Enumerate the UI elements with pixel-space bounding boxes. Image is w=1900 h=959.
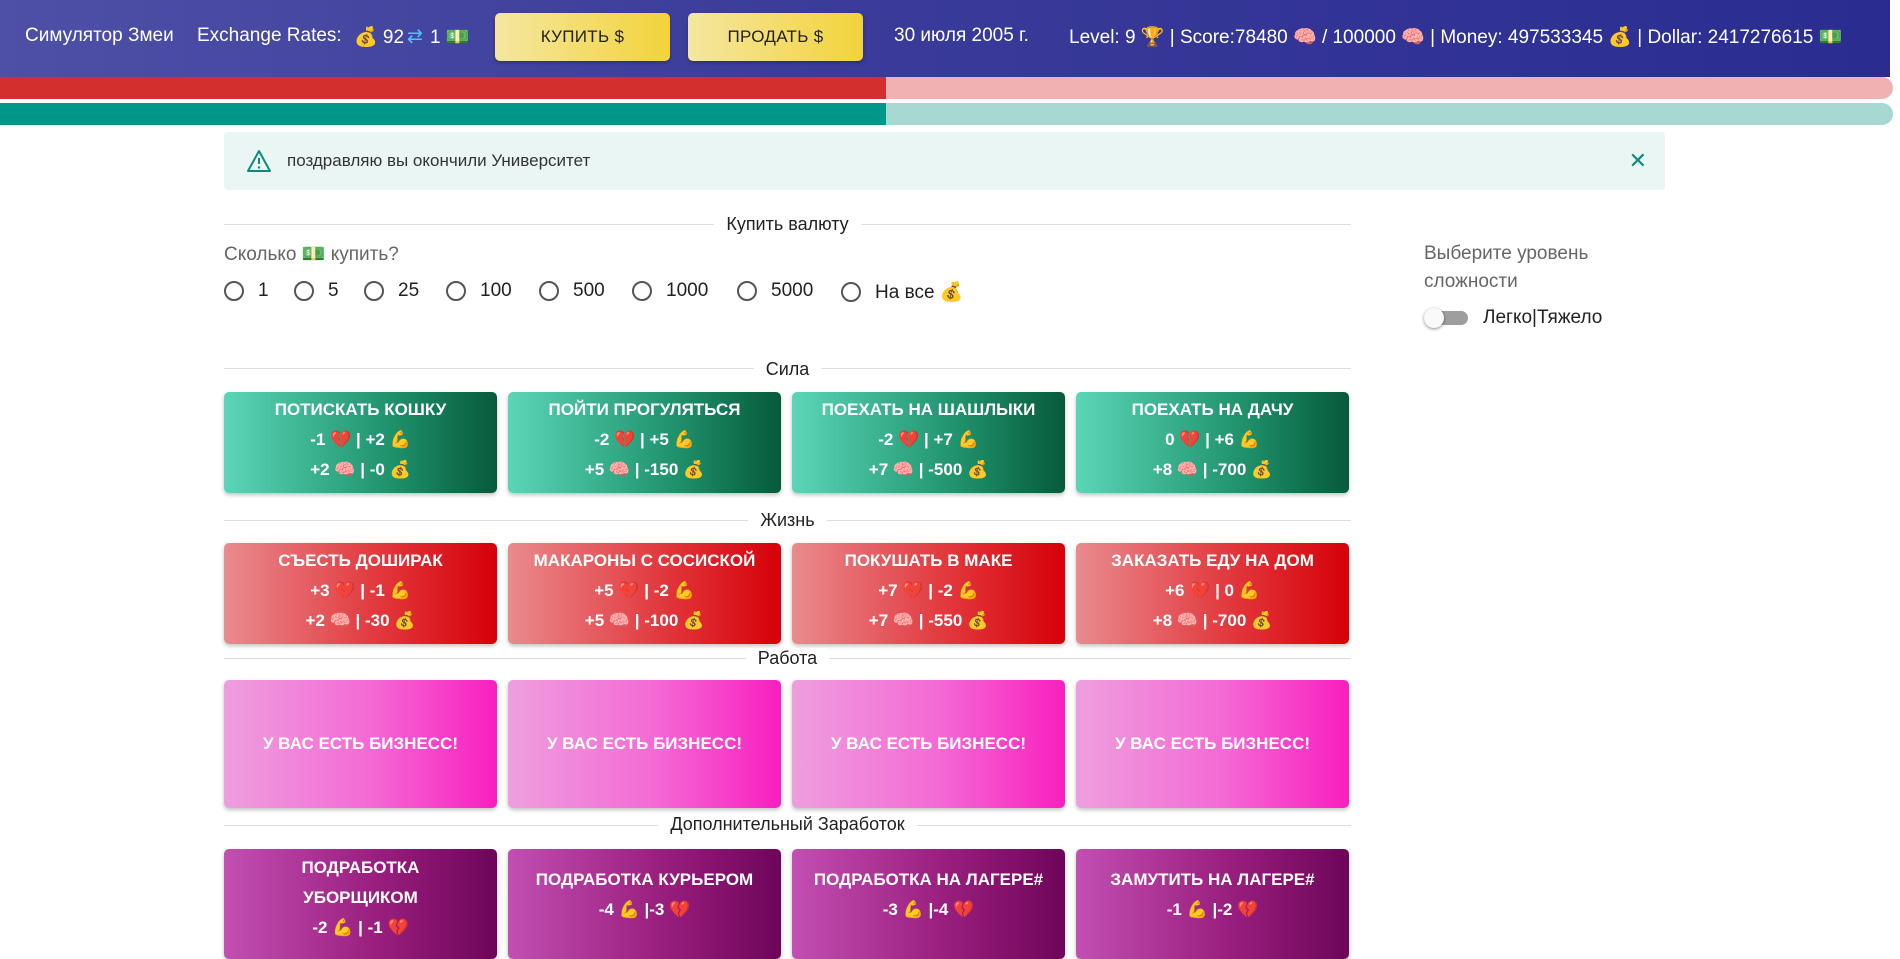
work-card-business-1[interactable]: У ВАС ЕСТЬ БИЗНЕСС! [224, 680, 497, 808]
life-section-title: Жизнь [224, 510, 1351, 531]
action-card-food-delivery[interactable]: ЗАКАЗАТЬ ЕДУ НА ДОМ +6 💔 | 0 💪 +8 🧠 | -7… [1076, 543, 1349, 644]
action-card-dacha[interactable]: ПОЕХАТЬ НА ДАЧУ 0 💔 | +6 💪 +8 🧠 | -700 💰 [1076, 392, 1349, 493]
extra-income-section-title: Дополнительный Заработок [224, 814, 1351, 835]
work-card-business-3[interactable]: У ВАС ЕСТЬ БИЗНЕСС! [792, 680, 1065, 808]
difficulty-label: Выберите уровень сложности [1424, 243, 1589, 292]
extra-card-camp[interactable]: ПОДРАБОТКА НА ЛАГЕРЕ# -3 💪 |-4 💔 [792, 849, 1065, 959]
action-card-barbecue[interactable]: ПОЕХАТЬ НА ШАШЛЫКИ -2 💔 | +7 💪 +7 🧠 | -5… [792, 392, 1065, 493]
exchange-arrows-icon: ⇄ [407, 26, 423, 47]
action-card-pet-cat[interactable]: ПОТИСКАТЬ КОШКУ -1 💔 | +2 💪 +2 🧠 | -0 💰 [224, 392, 497, 493]
work-section-title: Работа [224, 648, 1351, 669]
strength-bar [0, 103, 1893, 125]
radio-option-5000[interactable]: 5000 [737, 280, 813, 302]
health-bar [0, 77, 1893, 99]
close-icon[interactable]: ✕ [1629, 148, 1647, 174]
player-stats: Level: 9 🏆 | Score:78480 🧠 / 100000 🧠 | … [1069, 27, 1843, 48]
alert-message: поздравляю вы окончили Университет [287, 151, 591, 170]
buy-dollar-button[interactable]: КУПИТЬ $ [495, 13, 670, 61]
extra-card-cleaner[interactable]: ПОДРАБОТКА УБОРЩИКОМ -2 💪 | -1 💔 [224, 849, 497, 959]
game-date: 30 июля 2005 г. [894, 25, 1029, 46]
rate-money: 💰 92 [354, 27, 405, 48]
currency-question: Сколько 💵 купить? [224, 244, 399, 265]
radio-option-all[interactable]: На все 💰 [841, 280, 963, 304]
strength-bar-fill [0, 103, 886, 125]
action-card-mcdonalds[interactable]: ПОКУШАТЬ В МАКЕ +7 💔 | -2 💪 +7 🧠 | -550 … [792, 543, 1065, 644]
action-card-doshirak[interactable]: СЪЕСТЬ ДОШИРАК +3 💔 | -1 💪 +2 🧠 | -30 💰 [224, 543, 497, 644]
radio-option-100[interactable]: 100 [446, 280, 512, 302]
warning-icon [246, 149, 272, 178]
currency-section-title: Купить валюту [224, 214, 1351, 235]
radio-option-1[interactable]: 1 [224, 280, 269, 302]
difficulty-toggle-label: Легко|Тяжело [1483, 307, 1603, 328]
extra-card-camp-deal[interactable]: ЗАМУТИТЬ НА ЛАГЕРЕ# -1 💪 |-2 💔 [1076, 849, 1349, 959]
top-bar: Симулятор Змеи Exchange Rates: 💰 92 ⇄ 1 … [0, 0, 1890, 77]
extra-card-courier[interactable]: ПОДРАБОТКА КУРЬЕРОМ -4 💪 |-3 💔 [508, 849, 781, 959]
difficulty-toggle[interactable] [1424, 308, 1470, 328]
app-title: Симулятор Змеи [25, 25, 174, 46]
radio-option-5[interactable]: 5 [294, 280, 339, 302]
radio-option-500[interactable]: 500 [539, 280, 605, 302]
work-card-business-2[interactable]: У ВАС ЕСТЬ БИЗНЕСС! [508, 680, 781, 808]
notification-alert: поздравляю вы окончили Университет ✕ [224, 132, 1665, 190]
strength-section-title: Сила [224, 359, 1351, 380]
action-card-pasta[interactable]: МАКАРОНЫ С СОСИСКОЙ +5 💔 | -2 💪 +5 🧠 | -… [508, 543, 781, 644]
health-bar-fill [0, 77, 886, 99]
exchange-rates-label: Exchange Rates: [197, 25, 342, 46]
work-card-business-4[interactable]: У ВАС ЕСТЬ БИЗНЕСС! [1076, 680, 1349, 808]
radio-option-1000[interactable]: 1000 [632, 280, 708, 302]
action-card-walk[interactable]: ПОЙТИ ПРОГУЛЯТЬСЯ -2 💔 | +5 💪 +5 🧠 | -15… [508, 392, 781, 493]
radio-option-25[interactable]: 25 [364, 280, 419, 302]
rate-dollar: 1 💵 [430, 27, 470, 48]
sell-dollar-button[interactable]: ПРОДАТЬ $ [688, 13, 863, 61]
